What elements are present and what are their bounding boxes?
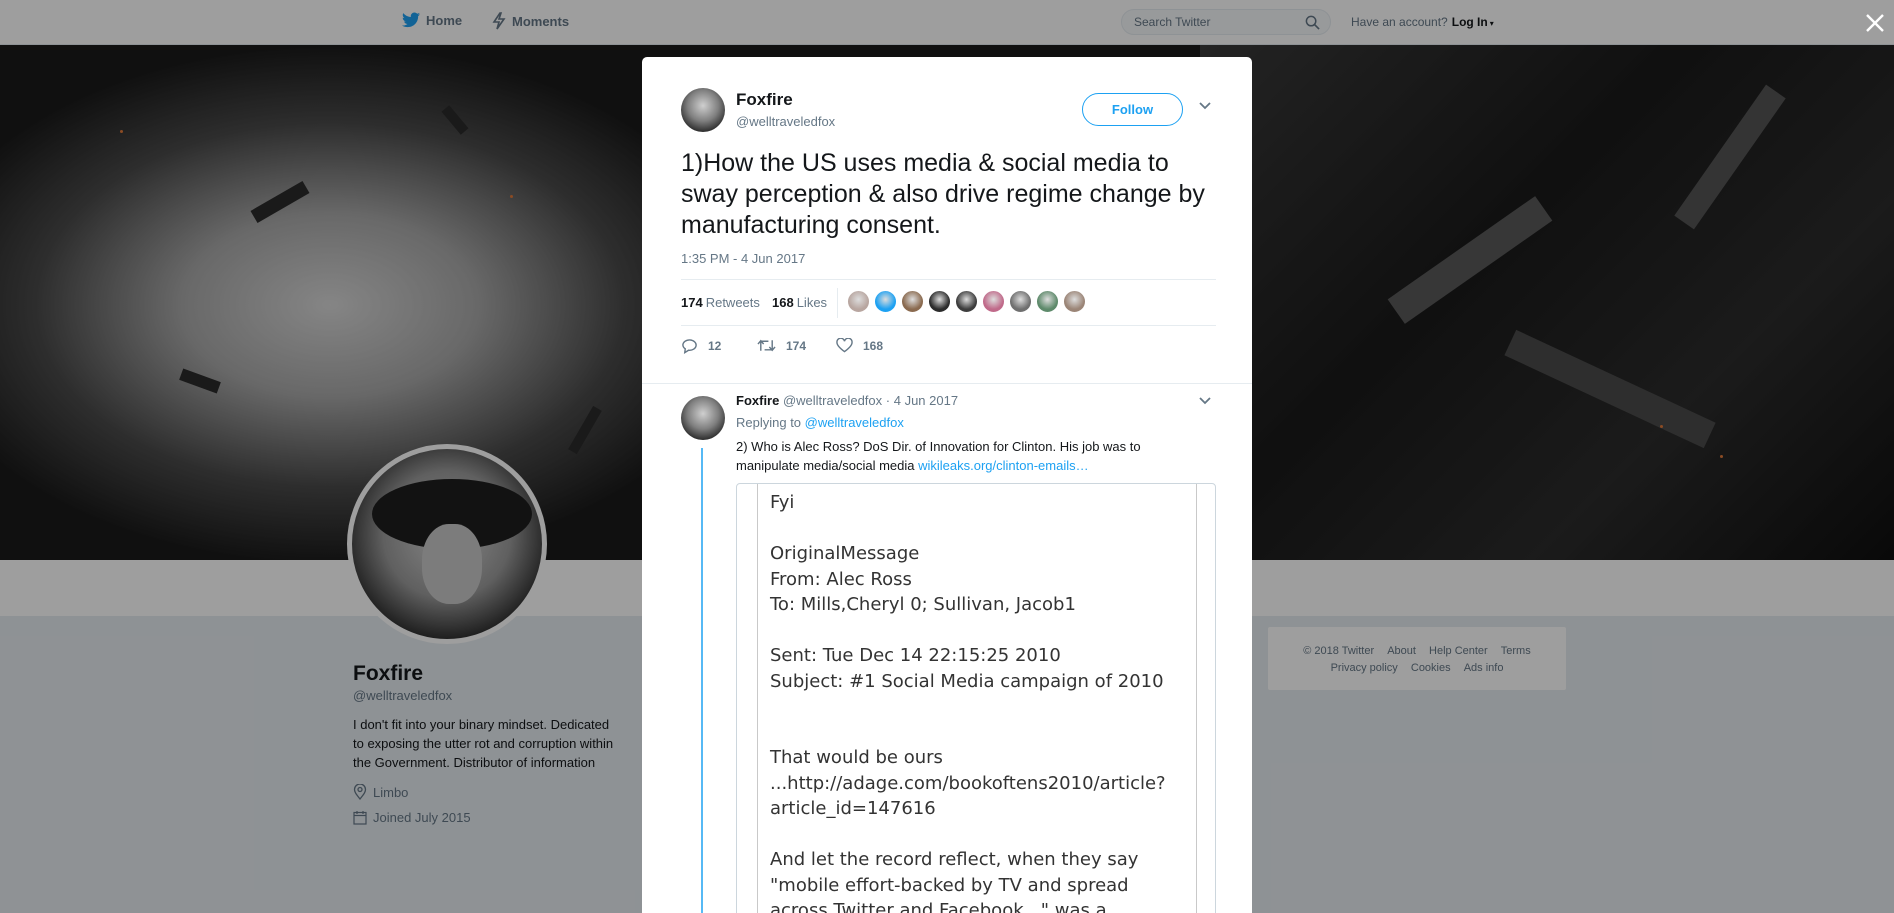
likes-stat[interactable]: 168 Likes bbox=[772, 295, 827, 310]
chevron-down-icon[interactable] bbox=[1198, 396, 1212, 406]
replying-to: Replying to @welltraveledfox bbox=[736, 415, 904, 430]
reply-link[interactable]: wikileaks.org/clinton-emails… bbox=[918, 458, 1089, 473]
tweet-stats: 174 Retweets 168 Likes bbox=[681, 279, 1216, 326]
liker-avatar[interactable] bbox=[928, 290, 951, 313]
thread-line bbox=[701, 448, 703, 913]
follow-button[interactable]: Follow bbox=[1082, 93, 1183, 126]
liker-avatar[interactable] bbox=[874, 290, 897, 313]
heart-icon bbox=[836, 338, 853, 353]
tweet-timestamp[interactable]: 1:35 PM - 4 Jun 2017 bbox=[681, 251, 805, 266]
stats-divider bbox=[837, 288, 838, 318]
email-line: Subject: #1 Social Media campaign of 201… bbox=[770, 670, 1164, 692]
reply-attached-image[interactable]: Fyi OriginalMessage From: Alec Ross To: Mi… bbox=[736, 483, 1216, 913]
reply-header: Foxfire @welltraveledfox · 4 Jun 2017 bbox=[736, 393, 958, 408]
tweet-actions: 12 174 168 bbox=[681, 338, 981, 358]
email-line: Sent: Tue Dec 14 22:15:25 2010 bbox=[770, 645, 1061, 666]
email-line: And let the record reflect, when they sa… bbox=[770, 849, 1139, 870]
retweets-stat[interactable]: 174 Retweets bbox=[681, 295, 760, 310]
liker-avatar[interactable] bbox=[955, 290, 978, 313]
email-line: ...http://adage.com/bookoftens2010/artic… bbox=[770, 772, 1166, 794]
email-line: article_id=147616 bbox=[770, 798, 936, 819]
liker-avatar[interactable] bbox=[1036, 290, 1059, 313]
email-line bbox=[770, 516, 1184, 542]
email-line: across Twitter and Facebook..." was a bbox=[770, 900, 1107, 913]
retweets-label: Retweets bbox=[705, 295, 760, 310]
reply-text: 2) Who is Alec Ross? DoS Dir. of Innovat… bbox=[736, 437, 1176, 475]
reply-tweet[interactable]: Foxfire @welltraveledfox · 4 Jun 2017 Re… bbox=[642, 383, 1252, 913]
reply-author-name[interactable]: Foxfire bbox=[736, 393, 779, 408]
liker-avatar[interactable] bbox=[1063, 290, 1086, 313]
reply-author-handle[interactable]: @welltraveledfox bbox=[783, 393, 882, 408]
retweet-count: 174 bbox=[786, 338, 807, 353]
email-document: Fyi OriginalMessage From: Alec Ross To: Mi… bbox=[757, 484, 1197, 913]
replying-prefix: Replying to bbox=[736, 415, 802, 430]
email-line: OriginalMessage bbox=[770, 543, 920, 564]
close-icon[interactable] bbox=[1862, 10, 1888, 36]
email-line bbox=[770, 720, 1184, 746]
email-line bbox=[770, 618, 1184, 644]
tweet-text: 1)How the US uses media & social media t… bbox=[681, 149, 1205, 239]
replying-to-handle[interactable]: @welltraveledfox bbox=[805, 415, 904, 430]
liker-avatar[interactable] bbox=[982, 290, 1005, 313]
like-action[interactable]: 168 bbox=[836, 338, 883, 353]
email-line: Fyi bbox=[770, 492, 795, 513]
reply-count: 12 bbox=[708, 339, 722, 353]
tweet-author-name[interactable]: Foxfire bbox=[736, 90, 793, 110]
reply-icon bbox=[682, 339, 697, 354]
email-line: To: Mills,Cheryl 0; Sullivan, Jacob1 bbox=[770, 594, 1076, 615]
reply-author-avatar[interactable] bbox=[681, 396, 725, 440]
reply-action[interactable]: 12 bbox=[681, 338, 721, 354]
retweet-action[interactable]: 174 bbox=[757, 338, 806, 353]
reply-date[interactable]: · 4 Jun 2017 bbox=[886, 393, 958, 408]
email-line: That would be ours bbox=[770, 747, 943, 768]
email-line: From: Alec Ross bbox=[770, 568, 912, 590]
retweet-icon bbox=[757, 339, 776, 352]
like-count: 168 bbox=[863, 338, 884, 353]
email-line bbox=[770, 822, 1184, 848]
retweets-count: 174 bbox=[681, 295, 703, 310]
liker-avatar[interactable] bbox=[847, 290, 870, 313]
likers-avatars bbox=[847, 290, 1090, 313]
tweet-author-handle[interactable]: @welltraveledfox bbox=[736, 114, 835, 129]
likes-count: 168 bbox=[772, 295, 794, 310]
liker-avatar[interactable] bbox=[901, 290, 924, 313]
liker-avatar[interactable] bbox=[1009, 290, 1032, 313]
chevron-down-icon[interactable] bbox=[1198, 101, 1212, 111]
tweet-modal: Foxfire @welltraveledfox Follow 1)How th… bbox=[642, 57, 1252, 913]
likes-label: Likes bbox=[796, 295, 828, 310]
email-line bbox=[770, 694, 1184, 720]
email-line: "mobile effort-backed by TV and spread bbox=[770, 874, 1129, 896]
tweet-author-avatar[interactable] bbox=[681, 88, 725, 132]
